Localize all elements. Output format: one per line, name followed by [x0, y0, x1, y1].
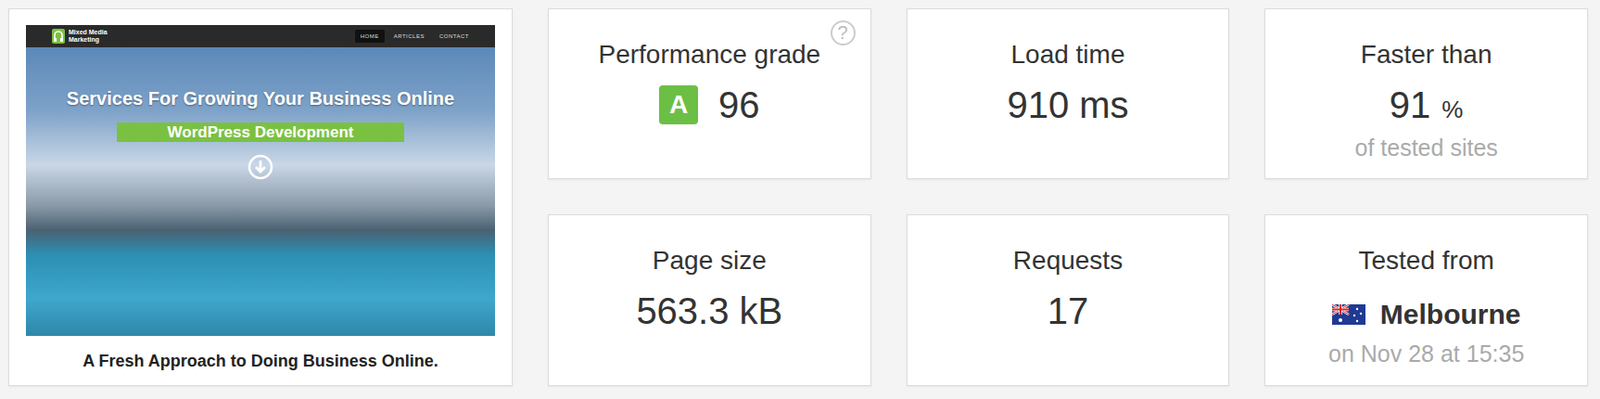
hero-headline: Services For Growing Your Business Onlin… — [66, 88, 455, 110]
site-logo[interactable]: Mixed MediaMarketing — [51, 28, 108, 44]
metric-card: Page size 563.3 kB — [547, 214, 872, 386]
hero: Services For Growing Your Business Onlin… — [25, 47, 496, 180]
preview-caption: A Fresh Approach to Doing Business Onlin… — [25, 335, 496, 371]
metric-value: 91% — [1389, 82, 1464, 127]
metric-label: Load time — [1011, 39, 1126, 70]
metric-value: A96 — [659, 82, 761, 127]
metric-value: 563.3 kB — [635, 288, 783, 333]
nav-item[interactable]: CONTACT — [433, 29, 475, 43]
metrics-grid: Performance grade A96? Load time 910 ms Fast… — [547, 8, 1588, 386]
metric-card: Tested from Melbourne on Nov 28 at 15:35 — [1264, 214, 1588, 386]
nav-item[interactable]: ARTICLES — [388, 29, 431, 43]
hero-button[interactable]: WordPress Development — [116, 122, 405, 142]
metric-card: Performance grade A96? — [547, 8, 872, 179]
site-screenshot: Mixed MediaMarketing HOMEARTICLESCONTACT S… — [25, 25, 496, 336]
site-nav: Mixed MediaMarketing HOMEARTICLESCONTACT — [25, 25, 496, 48]
australia-flag-icon — [1332, 304, 1366, 325]
metric-card: Requests 17 — [906, 214, 1231, 386]
metric-value: 910 ms — [1006, 82, 1129, 127]
nav-item[interactable]: HOME — [355, 29, 385, 43]
preview-card: Mixed MediaMarketing HOMEARTICLESCONTACT S… — [8, 8, 513, 386]
metric-label: Performance grade — [597, 39, 821, 70]
metric-label: Tested from — [1358, 245, 1495, 276]
report-page: Mixed MediaMarketing HOMEARTICLESCONTACT S… — [0, 0, 1600, 399]
metric-value: Melbourne — [1332, 295, 1522, 333]
metric-card: Faster than 91% of tested sites — [1264, 8, 1588, 179]
metric-sub: of tested sites — [1355, 134, 1499, 162]
metric-value: 17 — [1047, 288, 1090, 333]
metric-label: Faster than — [1360, 39, 1493, 70]
metric-label: Requests — [1013, 245, 1123, 276]
metric-sub: on Nov 28 at 15:35 — [1328, 340, 1524, 368]
logo-icon — [51, 28, 65, 44]
metric-card: Load time 910 ms — [906, 8, 1231, 179]
help-icon[interactable]: ? — [830, 20, 856, 46]
metric-label: Page size — [652, 245, 767, 276]
arrow-down-icon[interactable] — [247, 153, 274, 180]
grade-badge: A — [659, 85, 699, 125]
